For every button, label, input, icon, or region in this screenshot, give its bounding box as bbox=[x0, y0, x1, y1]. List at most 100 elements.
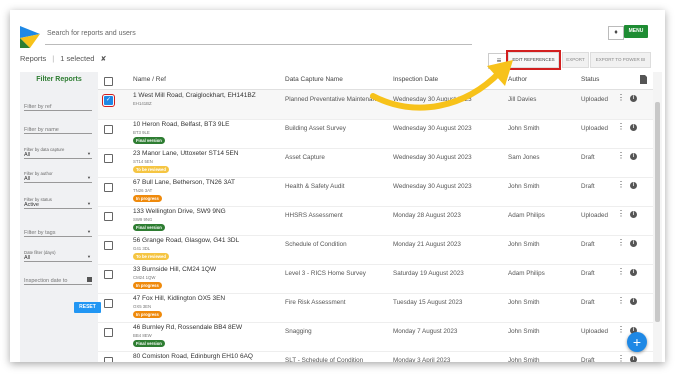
more-options-icon[interactable]: ⋮ bbox=[617, 123, 625, 131]
filter-title: Filter Reports bbox=[36, 76, 82, 83]
info-icon[interactable]: i bbox=[630, 211, 637, 218]
chevron-down-icon: ▼ bbox=[87, 175, 91, 180]
more-options-icon[interactable]: ⋮ bbox=[617, 297, 625, 305]
table-row[interactable]: 56 Grange Road, Glasgow, G41 3DL G41 3DL T… bbox=[98, 235, 653, 265]
more-options-icon[interactable]: ⋮ bbox=[617, 268, 625, 276]
filter-ref-input[interactable]: Filter by ref bbox=[24, 104, 92, 111]
document-icon[interactable] bbox=[640, 75, 647, 84]
info-icon[interactable]: i bbox=[630, 153, 637, 160]
row-address[interactable]: 67 Bull Lane, Betherson, TN26 3AT bbox=[133, 179, 235, 186]
more-options-icon[interactable]: ⋮ bbox=[617, 94, 625, 102]
column-name[interactable]: Name / Ref bbox=[133, 76, 166, 83]
table-row[interactable]: 46 Burnley Rd, Rossendale BB4 8EW BB4 8EW… bbox=[98, 322, 653, 352]
filter-name-input[interactable]: Filter by name bbox=[24, 127, 92, 134]
row-address[interactable]: 23 Manor Lane, Uttoxeter ST14 5EN bbox=[133, 150, 239, 157]
reset-button[interactable]: RESET bbox=[74, 302, 101, 313]
chevron-down-icon: ▼ bbox=[87, 151, 91, 156]
filter-date-value: All bbox=[24, 255, 31, 261]
row-checkbox[interactable] bbox=[104, 328, 113, 337]
menu-button[interactable]: MENU bbox=[624, 25, 648, 38]
filter-ref-placeholder: Filter by ref bbox=[24, 104, 52, 110]
row-checkbox[interactable] bbox=[104, 357, 113, 362]
row-checkbox[interactable] bbox=[104, 183, 113, 192]
row-address[interactable]: 133 Wellington Drive, SW9 9NG bbox=[133, 208, 226, 215]
info-icon[interactable]: i bbox=[630, 298, 637, 305]
row-checkbox[interactable] bbox=[104, 299, 113, 308]
row-data-capture: SLT - Schedule of Condition bbox=[285, 357, 364, 362]
table-row[interactable]: 67 Bull Lane, Betherson, TN26 3AT TN26 3A… bbox=[98, 177, 653, 207]
column-data-capture[interactable]: Data Capture Name bbox=[285, 76, 343, 83]
table-row[interactable]: 80 Comiston Road, Edinburgh EH10 6AQEH10… bbox=[98, 351, 653, 362]
row-postcode: G41 3DL bbox=[133, 246, 151, 251]
table-row[interactable]: 133 Wellington Drive, SW9 9NG SW9 9NG Fina… bbox=[98, 206, 653, 236]
scrollbar-thumb[interactable] bbox=[655, 102, 660, 322]
filter-date-select[interactable]: Date filter (days) All ▼ bbox=[24, 250, 92, 262]
row-postcode: TN26 3AT bbox=[133, 188, 153, 193]
clear-filter-icon[interactable]: ✘ bbox=[101, 56, 107, 63]
row-address[interactable]: 56 Grange Road, Glasgow, G41 3DL bbox=[133, 237, 239, 244]
row-address[interactable]: 1 West Mill Road, Craiglockhart, EH141BZ bbox=[133, 92, 256, 99]
filter-author-select[interactable]: Filter by author All ▼ bbox=[24, 171, 92, 183]
table-row[interactable]: 33 Burnside Hill, CM24 1QW CM24 1QW In pro… bbox=[98, 264, 653, 294]
inspection-date-placeholder: Inspection date to bbox=[24, 278, 68, 284]
info-icon[interactable]: i bbox=[630, 269, 637, 276]
export-powerbi-button[interactable]: EXPORT TO POWER BI bbox=[590, 52, 651, 68]
row-address[interactable]: 80 Comiston Road, Edinburgh EH10 6AQ bbox=[133, 353, 253, 360]
row-checkbox[interactable] bbox=[104, 241, 113, 250]
more-options-icon[interactable]: ⋮ bbox=[617, 239, 625, 247]
info-icon[interactable]: i bbox=[630, 124, 637, 131]
status-badge: In progress bbox=[133, 311, 162, 318]
row-status: Draft bbox=[581, 270, 595, 277]
row-checkbox[interactable] bbox=[104, 154, 113, 163]
info-icon[interactable]: i bbox=[630, 240, 637, 247]
row-checkbox[interactable] bbox=[104, 270, 113, 279]
filter-name-placeholder: Filter by name bbox=[24, 127, 59, 133]
row-postcode: OX5 3EN bbox=[133, 304, 152, 309]
table-row[interactable]: 23 Manor Lane, Uttoxeter ST14 5EN ST14 5E… bbox=[98, 148, 653, 178]
row-checkbox[interactable] bbox=[104, 212, 113, 221]
info-icon[interactable]: i bbox=[630, 182, 637, 189]
row-author: Sam Jones bbox=[508, 154, 540, 161]
row-status: Draft bbox=[581, 357, 595, 362]
row-address[interactable]: 10 Heron Road, Belfast, BT3 9LE bbox=[133, 121, 229, 128]
more-options-icon[interactable]: ⋮ bbox=[617, 210, 625, 218]
export-button[interactable]: EXPORT bbox=[562, 52, 589, 68]
column-status[interactable]: Status bbox=[581, 76, 599, 83]
row-address[interactable]: 33 Burnside Hill, CM24 1QW bbox=[133, 266, 216, 273]
row-author: John Smith bbox=[508, 241, 540, 248]
inspection-date-input[interactable]: Inspection date to bbox=[24, 277, 92, 285]
row-checkbox[interactable] bbox=[101, 93, 116, 108]
add-report-button[interactable]: + bbox=[627, 332, 647, 352]
calendar-icon[interactable] bbox=[87, 277, 92, 282]
info-icon[interactable]: i bbox=[630, 356, 637, 362]
chevron-down-icon: ▼ bbox=[87, 254, 91, 259]
filter-status-select[interactable]: Filter by status Active ▼ bbox=[24, 197, 92, 209]
more-options-icon[interactable]: ⋮ bbox=[617, 181, 625, 189]
more-options-icon[interactable]: ⋮ bbox=[617, 355, 625, 363]
row-address[interactable]: 46 Burnley Rd, Rossendale BB4 8EW bbox=[133, 324, 242, 331]
row-checkbox[interactable] bbox=[104, 125, 113, 134]
more-options-icon[interactable]: ⋮ bbox=[617, 326, 625, 334]
status-badge: Final version bbox=[133, 340, 165, 347]
info-icon[interactable]: i bbox=[630, 95, 637, 102]
more-options-icon[interactable]: ⋮ bbox=[617, 152, 625, 160]
filter-data-capture-value: All bbox=[24, 152, 31, 158]
row-postcode: CM24 1QW bbox=[133, 275, 156, 280]
filter-tags-select[interactable]: Filter by tags ▼ bbox=[24, 229, 92, 237]
row-author: Adam Philips bbox=[508, 270, 545, 277]
filter-data-capture-select[interactable]: Filter by data capture All ▼ bbox=[24, 147, 92, 159]
row-data-capture: Asset Capture bbox=[285, 154, 325, 161]
status-badge: Final version bbox=[133, 224, 165, 231]
search-input[interactable]: Search for reports and users bbox=[45, 30, 472, 45]
filter-author-value: All bbox=[24, 176, 31, 182]
row-inspection-date: Monday 7 August 2023 bbox=[393, 328, 458, 335]
row-data-capture: Health & Safety Audit bbox=[285, 183, 345, 190]
row-data-capture: HHSRS Assessment bbox=[285, 212, 343, 219]
table-row[interactable]: 47 Fox Hill, Kidlington OX5 3EN OX5 3EN In… bbox=[98, 293, 653, 323]
row-inspection-date: Monday 21 August 2023 bbox=[393, 241, 461, 248]
notification-bell-icon[interactable]: ♦ bbox=[608, 26, 624, 40]
table-row[interactable]: 10 Heron Road, Belfast, BT3 9LE BT3 9LE Fi… bbox=[98, 119, 653, 149]
status-badge: Final version bbox=[133, 137, 165, 144]
select-all-checkbox[interactable] bbox=[104, 77, 113, 86]
row-address[interactable]: 47 Fox Hill, Kidlington OX5 3EN bbox=[133, 295, 225, 302]
